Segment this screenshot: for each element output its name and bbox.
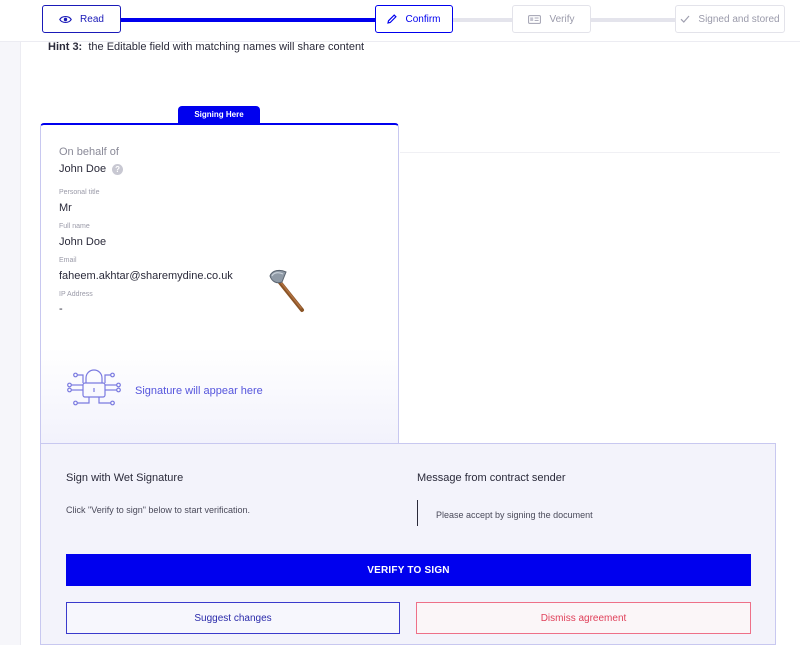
wet-signature-title: Sign with Wet Signature	[66, 472, 184, 484]
check-icon	[680, 15, 690, 23]
email-value: faheem.akhtar@sharemydine.co.uk	[59, 270, 233, 282]
hint-text: Hint 3: the Editable field with matching…	[48, 41, 364, 53]
ip-address-label: IP Address	[59, 291, 93, 298]
step-read[interactable]: Read	[42, 5, 121, 33]
verify-to-sign-button[interactable]: VERIFY TO SIGN	[66, 554, 751, 586]
eye-icon	[59, 15, 72, 24]
hint-body: the Editable field with matching names w…	[88, 41, 365, 53]
step-label: Signed and stored	[698, 13, 780, 25]
progress-track-pending	[452, 18, 512, 22]
behalf-name: John Doe	[59, 163, 107, 175]
suggest-changes-button[interactable]: Suggest changes	[66, 602, 400, 634]
personal-title-value: Mr	[59, 202, 72, 214]
step-label: Verify	[549, 13, 575, 25]
step-label: Confirm	[405, 13, 441, 25]
step-label: Read	[80, 13, 104, 25]
signature-placeholder-text: Signature will appear here	[135, 384, 263, 397]
full-name-label: Full name	[59, 223, 90, 230]
step-verify[interactable]: Verify	[512, 5, 591, 33]
behalf-name-row: John Doe ?	[59, 163, 124, 175]
progress-bar: Read Confirm Verify Signed and stored	[0, 0, 800, 42]
divider	[400, 152, 780, 153]
signing-options-panel: Sign with Wet Signature Click "Verify to…	[40, 443, 776, 645]
personal-title-label: Personal title	[59, 189, 100, 196]
signature-placeholder[interactable]: Signature will appear here	[67, 367, 263, 414]
id-card-icon	[528, 14, 542, 24]
ip-address-value: -	[59, 303, 63, 315]
step-signed-and-stored[interactable]: Signed and stored	[675, 5, 785, 33]
message-quote-bar	[417, 500, 418, 526]
message-text: Please accept by signing the document	[436, 510, 593, 520]
pencil-icon	[387, 14, 398, 24]
progress-track-done	[120, 18, 376, 22]
email-label: Email	[59, 257, 77, 264]
wet-signature-text: Click "Verify to sign" below to start ve…	[66, 505, 250, 515]
hint-prefix: Hint 3:	[48, 41, 83, 53]
dismiss-agreement-button[interactable]: Dismiss agreement	[416, 602, 751, 634]
help-icon[interactable]: ?	[112, 163, 124, 175]
signing-here-tab: Signing Here	[178, 106, 260, 124]
step-confirm[interactable]: Confirm	[375, 5, 453, 33]
full-name-value: John Doe	[59, 236, 107, 248]
signing-card: On behalf of John Doe ? Personal title M…	[40, 123, 399, 445]
axe-cursor-icon	[264, 268, 308, 319]
message-title: Message from contract sender	[417, 472, 566, 484]
progress-track-pending	[590, 18, 676, 22]
lock-circuit-icon	[67, 367, 121, 414]
behalf-label: On behalf of	[59, 146, 119, 158]
